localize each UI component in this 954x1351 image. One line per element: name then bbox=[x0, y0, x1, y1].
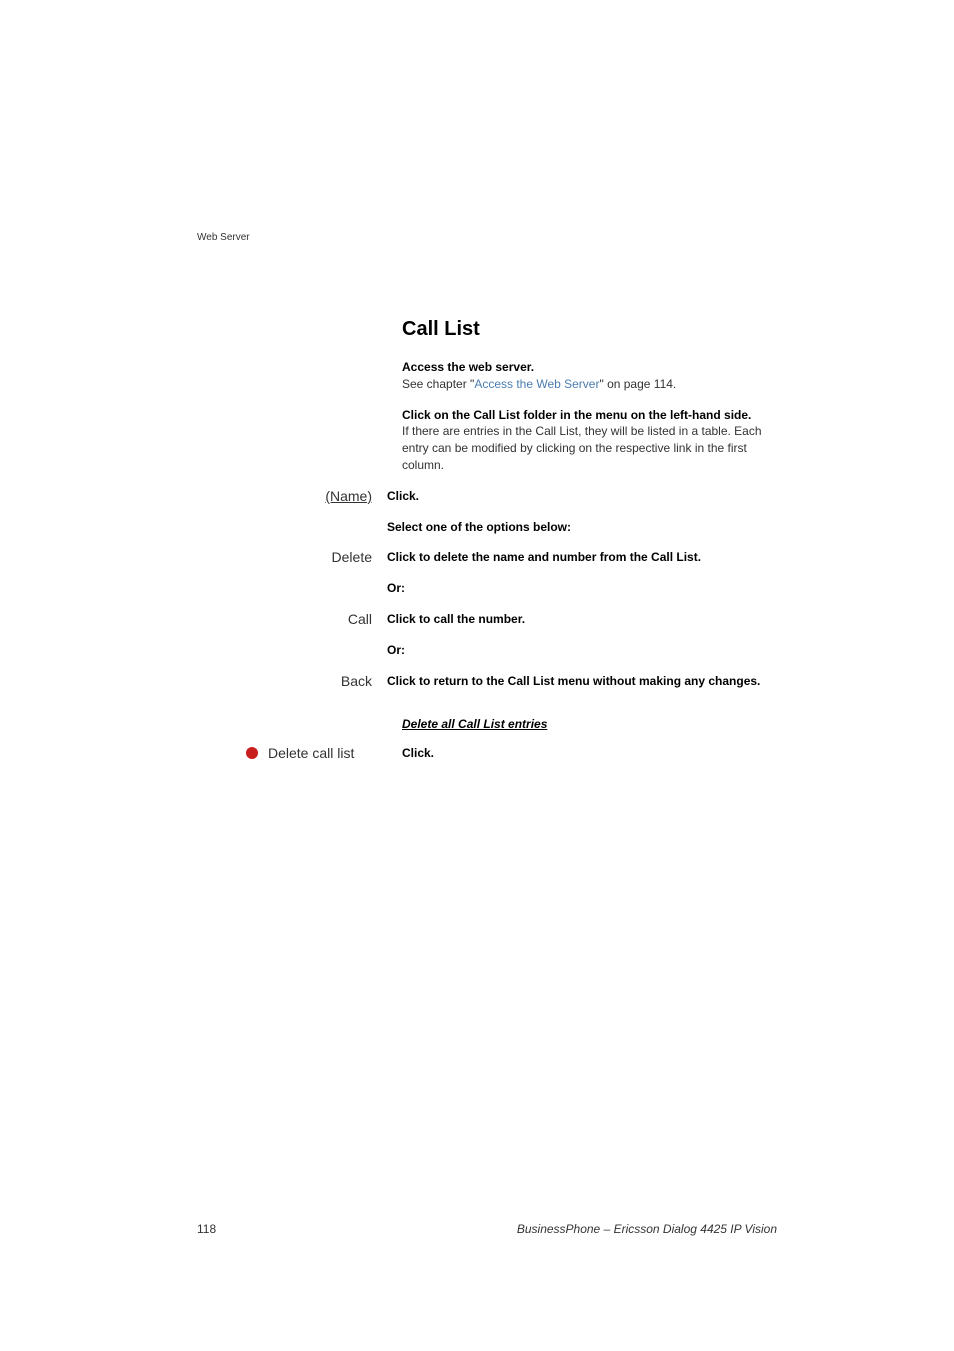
intro-link[interactable]: Access the Web Server bbox=[474, 377, 599, 391]
row-name-desc: Click. bbox=[387, 488, 777, 505]
row-or2: Or: bbox=[197, 642, 777, 659]
row-back-desc: Click to return to the Call List menu wi… bbox=[387, 673, 777, 690]
row-back: Back Click to return to the Call List me… bbox=[197, 673, 777, 690]
footer: 118 BusinessPhone – Ericsson Dialog 4425… bbox=[197, 1222, 777, 1236]
bullet-row-delete-all: Delete call list Click. bbox=[197, 745, 777, 761]
row-or1-desc: Or: bbox=[387, 580, 777, 597]
para2-bold: Click on the Call List folder in the men… bbox=[402, 407, 777, 424]
row-select-desc: Select one of the options below: bbox=[387, 519, 777, 536]
intro-regular: See chapter "Access the Web Server" on p… bbox=[402, 376, 777, 393]
header-section-label: Web Server bbox=[197, 232, 250, 243]
sub-heading: Delete all Call List entries bbox=[402, 717, 777, 731]
para2-reg: If there are entries in the Call List, t… bbox=[402, 423, 777, 473]
row-or2-desc: Or: bbox=[387, 642, 777, 659]
row-or1: Or: bbox=[197, 580, 777, 597]
row-call-label: Call bbox=[197, 611, 387, 627]
row-back-label: Back bbox=[197, 673, 387, 689]
intro-block: Access the web server. See chapter "Acce… bbox=[402, 359, 777, 393]
content-area: Call List Access the web server. See cha… bbox=[197, 318, 777, 775]
row-name-label: (Name) bbox=[197, 488, 387, 504]
page-number: 118 bbox=[197, 1222, 216, 1236]
row-delete-label: Delete bbox=[197, 549, 387, 565]
intro-suffix: " on page 114. bbox=[599, 377, 676, 391]
bullet-desc: Click. bbox=[402, 746, 434, 760]
para2-block: Click on the Call List folder in the men… bbox=[402, 407, 777, 474]
bullet-label: Delete call list bbox=[268, 745, 387, 761]
row-name: (Name) Click. bbox=[197, 488, 777, 505]
row-delete-desc: Click to delete the name and number from… bbox=[387, 549, 777, 566]
row-call-desc: Click to call the number. bbox=[387, 611, 777, 628]
intro-bold: Access the web server. bbox=[402, 359, 777, 376]
footer-title: BusinessPhone – Ericsson Dialog 4425 IP … bbox=[517, 1222, 777, 1236]
section-heading: Call List bbox=[402, 318, 777, 341]
row-delete: Delete Click to delete the name and numb… bbox=[197, 549, 777, 566]
intro-prefix: See chapter " bbox=[402, 377, 474, 391]
bullet-icon bbox=[246, 747, 258, 759]
row-call: Call Click to call the number. bbox=[197, 611, 777, 628]
row-select: Select one of the options below: bbox=[197, 519, 777, 536]
